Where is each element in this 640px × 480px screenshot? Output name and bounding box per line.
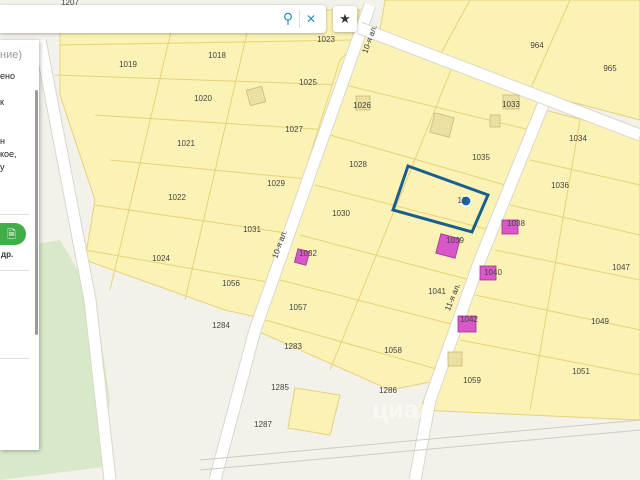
parcel-label: 1030 [332, 209, 350, 218]
watermark: циан [372, 394, 434, 424]
panel-line: ено [0, 71, 15, 81]
document-icon: 🗎 [7, 228, 16, 241]
document-button[interactable]: 🗎 [0, 223, 26, 245]
divider [0, 214, 30, 215]
parcel-label: 1034 [569, 134, 587, 143]
parcel-label: 1028 [349, 160, 367, 169]
parcel-label: 1031 [243, 225, 261, 234]
parcel-label: 1027 [285, 125, 303, 134]
panel-line [0, 109, 17, 122]
cadastral-map[interactable]: 120710239649651019101810251026 1033102010… [0, 0, 640, 480]
parcel-label: 1047 [612, 263, 630, 272]
divider [0, 270, 30, 271]
star-icon: ★ [339, 11, 351, 27]
panel-line [0, 122, 17, 135]
parcel-label: 1041 [428, 287, 446, 296]
favorite-button[interactable]: ★ [333, 6, 357, 32]
panel-line: н [0, 136, 5, 146]
parcel-label: 1040 [484, 268, 502, 277]
parcel-label: 1039 [446, 236, 464, 245]
parcel-label: 1287 [254, 420, 272, 429]
parcel-label: 1019 [119, 60, 137, 69]
panel-line: кое, [0, 149, 17, 159]
panel-header: ние) [0, 49, 22, 61]
parcel-label: 1021 [177, 139, 195, 148]
search-bar: ⚲ ✕ [0, 5, 326, 33]
parcel-label: 1023 [317, 35, 335, 44]
parcel-label: 1029 [267, 179, 285, 188]
magnifier-icon: ⚲ [282, 11, 294, 27]
parcel-label: 1284 [212, 321, 230, 330]
parcel-label: 1051 [572, 367, 590, 376]
parcel-label: 1038 [507, 219, 525, 228]
more-link[interactable]: др. [1, 250, 13, 259]
parcel-label: 1285 [271, 383, 289, 392]
parcel-label: 1049 [591, 317, 609, 326]
parcel-label: 1024 [152, 254, 170, 263]
parcel-label: 1032 [299, 249, 317, 258]
parcel-label: 1035 [472, 153, 490, 162]
info-panel: ние) ено к н кое, у 🗎 др. [0, 40, 39, 450]
parcel-label: 1057 [289, 303, 307, 312]
parcel-label: 1059 [463, 376, 481, 385]
parcel-label: 1022 [168, 193, 186, 202]
clear-button[interactable]: ✕ [300, 8, 322, 30]
parcel-label: 1058 [384, 346, 402, 355]
parcel-label: 1025 [299, 78, 317, 87]
panel-text: ено к н кое, у [0, 70, 17, 174]
parcel-label: 1036 [551, 181, 569, 190]
selected-parcel-label: 10 [458, 196, 467, 205]
parcel-label: 1033 [502, 100, 520, 109]
parcel-label: 1056 [222, 279, 240, 288]
search-button[interactable]: ⚲ [277, 8, 299, 30]
parcel-1285-lot [287, 387, 341, 436]
panel-line: к [0, 97, 4, 107]
parcel-label: 964 [530, 41, 544, 50]
parcel-label: 1283 [284, 342, 302, 351]
panel-line: у [0, 162, 5, 172]
parcel-label: 1020 [194, 94, 212, 103]
parcel-label: 1042 [460, 315, 478, 324]
divider [0, 358, 30, 359]
parcel-label: 965 [603, 64, 617, 73]
parcel-label: 1026 [353, 101, 371, 110]
panel-scrollbar[interactable] [35, 90, 38, 335]
parcel-label: 1018 [208, 51, 226, 60]
close-icon: ✕ [305, 12, 317, 26]
search-input[interactable] [6, 10, 270, 30]
panel-line [0, 83, 17, 96]
